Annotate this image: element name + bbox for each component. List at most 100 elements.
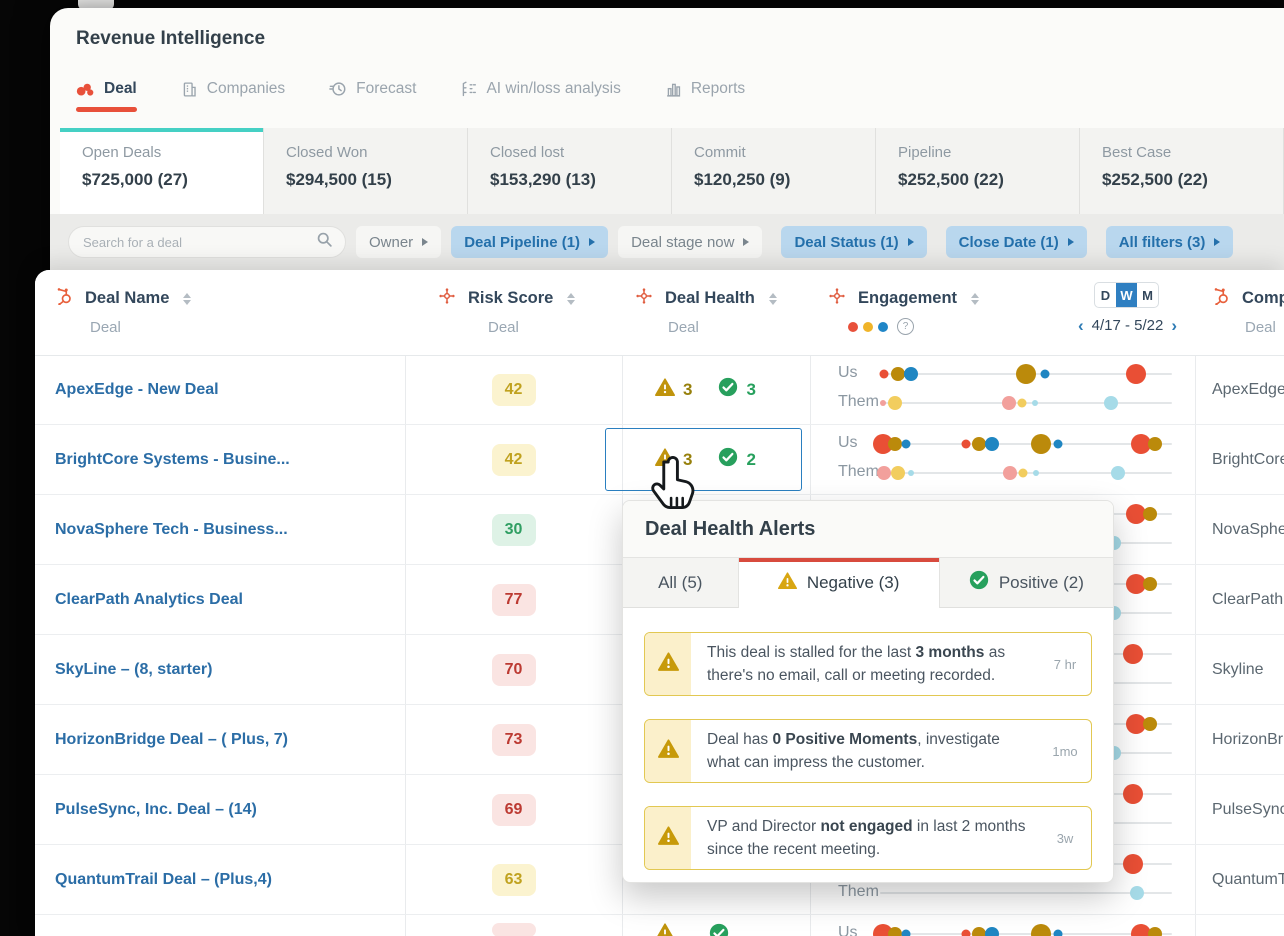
engagement-dot xyxy=(1143,717,1157,731)
summary-value: $120,250 (9) xyxy=(694,170,875,190)
engagement-dot xyxy=(904,367,918,381)
summary-card-open-deals[interactable]: Open Deals $725,000 (27) xyxy=(60,128,264,214)
chevron-right-icon[interactable]: › xyxy=(1171,317,1177,334)
alert-card[interactable]: VP and Director not engaged in last 2 mo… xyxy=(644,806,1092,870)
help-icon[interactable]: ? xyxy=(897,318,914,335)
positive-count: 3 xyxy=(746,380,755,400)
popover-tab-positive-2-[interactable]: Positive (2) xyxy=(940,558,1113,608)
filter-chip-owner[interactable]: Owner xyxy=(356,226,441,258)
popover-tab-negative-3-[interactable]: Negative (3) xyxy=(739,558,940,608)
caret-right-icon xyxy=(1068,238,1074,246)
popover-alert-list: This deal is stalled for the last 3 mont… xyxy=(623,608,1113,870)
alert-message: VP and Director not engaged in last 2 mo… xyxy=(691,807,1039,869)
deal-name-link[interactable]: QuantumTrail Deal – (Plus,4) xyxy=(55,871,272,889)
engagement-dot xyxy=(891,466,905,480)
deal-name-link[interactable]: NovaSphere Tech - Business... xyxy=(55,521,288,539)
filter-chip-deal-status-1-[interactable]: Deal Status (1) xyxy=(781,226,926,258)
summary-card-closed-won[interactable]: Closed Won $294,500 (15) xyxy=(264,128,468,214)
nav-tab-deal[interactable]: Deal xyxy=(76,80,137,112)
company-cell: BrightCore xyxy=(1195,425,1284,494)
period-segment-m[interactable]: M xyxy=(1137,283,1158,307)
period-segment-d[interactable]: D xyxy=(1095,283,1116,307)
filter-chip-all-filters-3-[interactable]: All filters (3) xyxy=(1106,226,1234,258)
deal-search-box[interactable] xyxy=(68,226,346,258)
engagement-dot xyxy=(962,930,971,936)
alert-card[interactable]: Deal has 0 Positive Moments, investigate… xyxy=(644,719,1092,783)
deal-name-link[interactable]: ClearPath Analytics Deal xyxy=(55,591,243,609)
summary-value: $252,500 (22) xyxy=(1102,170,1283,190)
sort-toggle[interactable] xyxy=(769,293,777,305)
table-row: Us Them xyxy=(35,915,1284,936)
period-segment-w[interactable]: W xyxy=(1116,283,1137,307)
deal-health-cell[interactable]: 3 3 xyxy=(622,355,810,424)
engagement-dot xyxy=(908,470,914,476)
table-header: Deal Name Deal Risk Score Deal Deal Heal… xyxy=(35,270,1284,356)
filter-chips: Owner Deal Pipeline (1) Deal stage now Deal… xyxy=(346,226,1233,258)
risk-score-cell: 69 xyxy=(405,775,622,844)
reports-icon xyxy=(665,81,682,98)
sprocket-icon xyxy=(635,287,653,310)
risk-score-badge: 30 xyxy=(492,514,536,546)
nav-tab-forecast[interactable]: Forecast xyxy=(329,80,416,112)
sprocket-icon xyxy=(438,287,456,310)
deal-name-link[interactable]: BrightCore Systems - Busine... xyxy=(55,451,290,469)
deal-name-link[interactable]: SkyLine – (8, starter) xyxy=(55,661,212,679)
engagement-side-label: Them xyxy=(838,463,879,481)
date-range-nav: ‹ 4/17 - 5/22 › xyxy=(1078,317,1177,334)
filter-chip-deal-stage-now[interactable]: Deal stage now xyxy=(618,226,762,258)
popover-tab-all-5-[interactable]: All (5) xyxy=(623,558,739,608)
deal-health-cell[interactable]: 3 2 xyxy=(622,425,810,494)
summary-card-pipeline[interactable]: Pipeline $252,500 (22) xyxy=(876,128,1080,214)
sort-toggle[interactable] xyxy=(567,293,575,305)
hubspot-icon xyxy=(1212,287,1230,310)
risk-score-badge: 42 xyxy=(492,374,536,406)
summary-card-commit[interactable]: Commit $120,250 (9) xyxy=(672,128,876,214)
risk-score-badge xyxy=(492,923,536,936)
column-header-deal-health[interactable]: Deal Health Deal xyxy=(622,270,810,355)
nav-tab-companies[interactable]: Companies xyxy=(181,80,285,112)
alert-message: This deal is stalled for the last 3 mont… xyxy=(691,633,1039,695)
engagement-dot xyxy=(1002,396,1016,410)
engagement-dot xyxy=(1054,440,1063,449)
column-header-risk-score[interactable]: Risk Score Deal xyxy=(405,270,622,355)
company-cell xyxy=(1195,915,1284,936)
column-header-deal-name[interactable]: Deal Name Deal xyxy=(35,270,405,355)
engagement-dot xyxy=(1017,399,1026,408)
warning-icon xyxy=(778,572,797,594)
engagement-dot xyxy=(972,927,986,936)
column-header-engagement[interactable]: Engagement ? DWM ‹ 4/17 - 5/22 › xyxy=(810,270,1195,355)
nav-tab-reports[interactable]: Reports xyxy=(665,80,745,112)
filter-chip-deal-pipeline-1-[interactable]: Deal Pipeline (1) xyxy=(451,226,608,258)
engagement-dot xyxy=(891,367,905,381)
summary-label: Commit xyxy=(694,144,875,161)
engagement-dot xyxy=(902,930,911,936)
deal-name-link[interactable]: PulseSync, Inc. Deal – (14) xyxy=(55,801,257,819)
filter-chip-close-date-1-[interactable]: Close Date (1) xyxy=(946,226,1087,258)
nav-tab-ai-win-loss-analysis[interactable]: AI win/loss analysis xyxy=(460,80,620,112)
engagement-dot xyxy=(880,370,889,379)
caret-right-icon xyxy=(743,238,749,246)
risk-score-cell: 70 xyxy=(405,635,622,704)
search-input[interactable] xyxy=(81,234,316,251)
warning-icon xyxy=(658,826,679,850)
deal-name-link[interactable]: HorizonBridge Deal – ( Plus, 7) xyxy=(55,731,288,749)
sort-toggle[interactable] xyxy=(971,293,979,305)
period-toggle[interactable]: DWM xyxy=(1094,282,1159,308)
engagement-dot xyxy=(1032,400,1038,406)
summary-card-closed-lost[interactable]: Closed lost $153,290 (13) xyxy=(468,128,672,214)
column-header-company[interactable]: Comp Deal xyxy=(1195,270,1284,355)
alert-card[interactable]: This deal is stalled for the last 3 mont… xyxy=(644,632,1092,696)
chevron-left-icon[interactable]: ‹ xyxy=(1078,317,1084,334)
engagement-dot xyxy=(1126,364,1146,384)
engagement-dot xyxy=(962,440,971,449)
alert-warning-strip xyxy=(645,633,691,695)
summary-card-best-case[interactable]: Best Case $252,500 (22) xyxy=(1080,128,1284,214)
deal-name-link[interactable]: ApexEdge - New Deal xyxy=(55,381,219,399)
deal-logo-icon xyxy=(76,82,95,97)
deal-health-cell[interactable] xyxy=(622,915,810,936)
company-cell: NovaSphere xyxy=(1195,495,1284,564)
warning-icon xyxy=(655,923,675,936)
summary-label: Closed lost xyxy=(490,144,671,161)
engagement-cell: Us Them xyxy=(810,915,1195,936)
sort-toggle[interactable] xyxy=(183,293,191,305)
